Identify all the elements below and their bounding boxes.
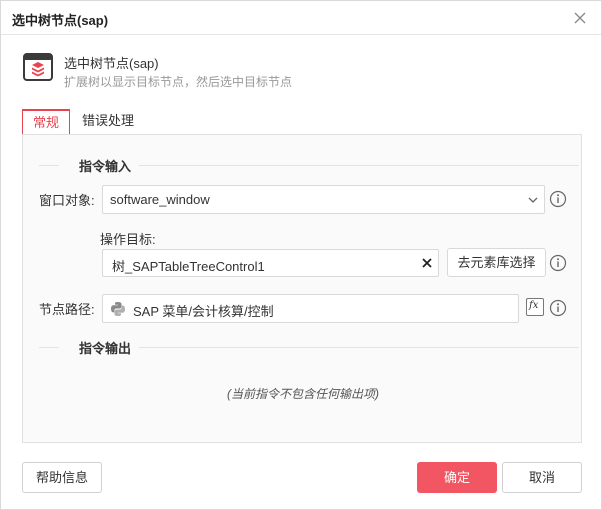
info-icon[interactable] bbox=[549, 299, 567, 317]
info-icon[interactable] bbox=[549, 254, 567, 272]
python-icon bbox=[111, 302, 125, 316]
window-object-value: software_window bbox=[110, 192, 210, 207]
target-input[interactable]: 树_SAPTableTreeControl1 bbox=[102, 249, 439, 277]
divider bbox=[139, 347, 579, 348]
window-title: 选中树节点(sap) bbox=[12, 13, 109, 28]
input-section-header: 指令输入 bbox=[39, 156, 579, 174]
empty-output-message: (当前指令不包含任何输出项) bbox=[227, 387, 379, 401]
ok-button[interactable]: 确定 bbox=[417, 462, 497, 493]
info-icon[interactable] bbox=[549, 190, 567, 208]
node-path-value: SAP 菜单/会计核算/控制 bbox=[133, 304, 274, 319]
command-title: 选中树节点(sap) bbox=[64, 56, 159, 71]
window-object-label: 窗口对象: bbox=[39, 193, 95, 208]
dialog: 选中树节点(sap) 选中树节点(sap) 扩展树以显示目标节点，然后选中目标节… bbox=[0, 0, 602, 510]
settings-panel: 指令输入 窗口对象: software_window 操作目标: 树_SAPTa… bbox=[22, 134, 582, 443]
divider bbox=[39, 347, 59, 348]
clear-icon[interactable] bbox=[420, 256, 434, 270]
divider bbox=[39, 165, 59, 166]
title-bar: 选中树节点(sap) bbox=[1, 1, 601, 35]
target-value: 树_SAPTableTreeControl1 bbox=[112, 259, 265, 274]
command-description: 扩展树以显示目标节点，然后选中目标节点 bbox=[64, 75, 293, 89]
close-icon[interactable] bbox=[572, 10, 588, 26]
output-section-header: 指令输出 bbox=[39, 338, 579, 356]
target-label: 操作目标: bbox=[100, 232, 156, 247]
fx-icon: fx bbox=[529, 300, 539, 311]
formula-button[interactable]: fx bbox=[526, 298, 544, 316]
window-object-select[interactable]: software_window bbox=[102, 185, 545, 214]
input-section-title: 指令输入 bbox=[79, 159, 132, 174]
cancel-button[interactable]: 取消 bbox=[502, 462, 582, 493]
tab-error-handling[interactable]: 错误处理 bbox=[82, 109, 142, 135]
node-path-label: 节点路径: bbox=[39, 302, 95, 317]
divider bbox=[139, 165, 579, 166]
tab-general[interactable]: 常规 bbox=[22, 109, 70, 135]
help-button[interactable]: 帮助信息 bbox=[22, 462, 102, 493]
output-section-title: 指令输出 bbox=[79, 341, 132, 356]
tab-bar: 常规 错误处理 bbox=[22, 109, 582, 135]
chevron-down-icon bbox=[528, 197, 538, 203]
node-path-input[interactable]: SAP 菜单/会计核算/控制 bbox=[102, 294, 519, 323]
sap-window-icon bbox=[23, 53, 53, 81]
element-library-button[interactable]: 去元素库选择 bbox=[447, 248, 546, 277]
